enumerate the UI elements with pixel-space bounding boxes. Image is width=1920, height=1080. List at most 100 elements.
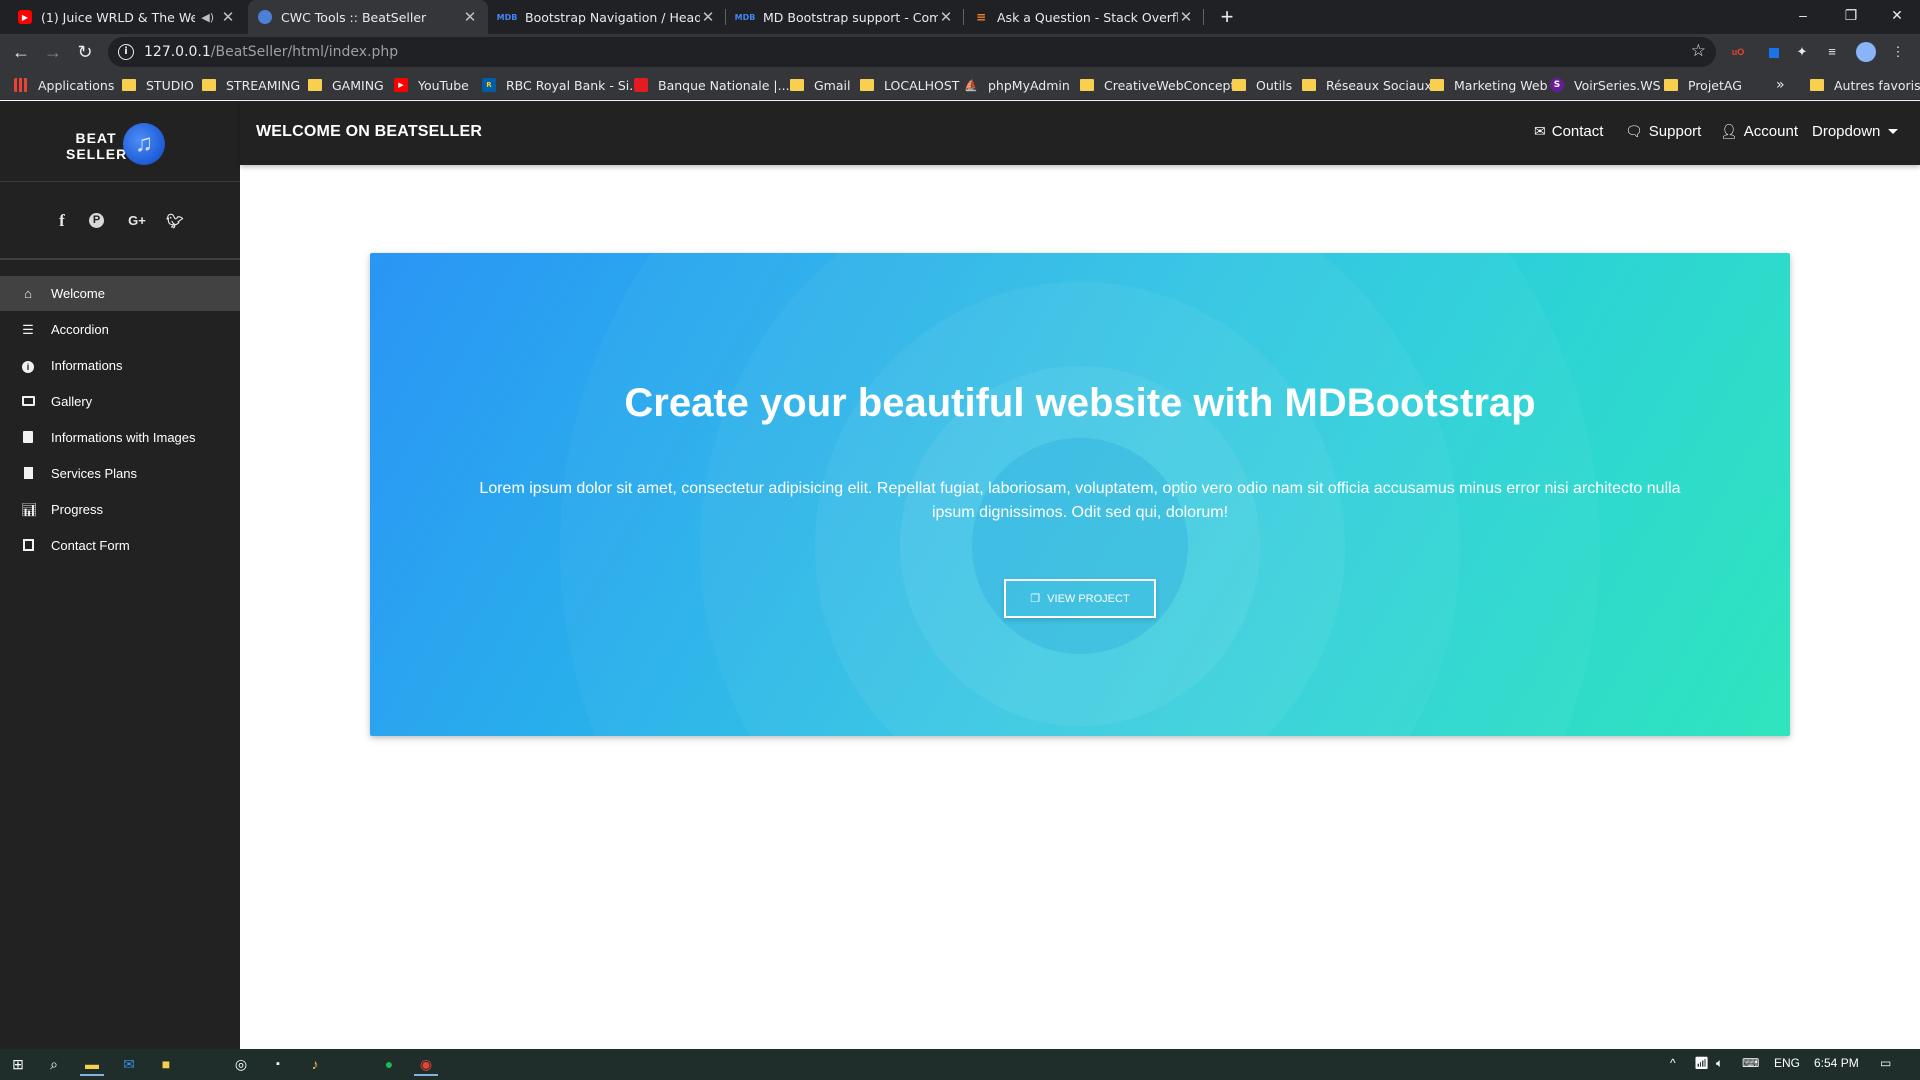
nav-support-link[interactable]: 🗨︎ Support (1625, 123, 1701, 140)
site-info-icon[interactable]: i (118, 44, 134, 60)
reload-button[interactable]: ↻ (72, 39, 98, 65)
top-navbar: WELCOME ON BEATSELLER ✉ Contact 🗨︎ Support… (240, 101, 1920, 165)
browser-tab-active[interactable]: CWC Tools :: BeatSeller ✕ (248, 0, 488, 34)
sidebar-item-welcome[interactable]: ⌂ Welcome (0, 276, 240, 311)
notifications-icon[interactable]: ▭ (1880, 1056, 1891, 1070)
bookmark-folder[interactable]: GAMING (308, 76, 384, 94)
back-button[interactable]: ← (8, 39, 34, 65)
tab-separator (1203, 9, 1204, 25)
sidebar-item-services-plans[interactable]: Services Plans (0, 456, 240, 491)
browser-tab[interactable]: ≡ Ask a Question - Stack Overflow ✕ (964, 0, 1204, 34)
volume-icon[interactable]: 🔈︎ (1716, 1056, 1723, 1071)
sidebar-item-label: Informations (51, 358, 123, 373)
bookmark-folder[interactable]: STUDIO (122, 76, 194, 94)
sidebar-item-informations[interactable]: i Informations (0, 348, 240, 383)
bookmark-applications[interactable]: Applications (14, 76, 114, 94)
fl-studio-icon[interactable]: ♪ (303, 1053, 327, 1076)
mdb-icon: MDB (496, 12, 518, 22)
pinterest-icon[interactable]: P (89, 213, 104, 228)
bookmark-bnc[interactable]: Banque Nationale |... (634, 76, 790, 94)
navbar-brand[interactable]: WELCOME ON BEATSELLER (256, 123, 482, 141)
bookmark-youtube[interactable]: ▶ YouTube (394, 76, 469, 94)
phpmyadmin-icon: ⛵ (964, 78, 978, 92)
twitter-icon[interactable]: 🐦︎ (165, 211, 185, 231)
chrome-taskbar-icon[interactable]: ◉ (414, 1053, 438, 1076)
bookmark-folder[interactable]: CreativeWebConcept (1080, 76, 1235, 94)
chrome-menu-icon[interactable]: ⋮ (1888, 42, 1908, 62)
close-tab-icon[interactable]: ✕ (700, 8, 716, 26)
media-app-icon[interactable]: ◎ (229, 1053, 253, 1076)
bookmark-label: CreativeWebConcept (1104, 77, 1236, 93)
restore-window-button[interactable]: ❐ (1828, 0, 1874, 34)
ublock-extension-icon[interactable]: uO (1728, 42, 1748, 62)
sticky-notes-icon[interactable]: ■ (154, 1053, 178, 1076)
logo[interactable]: BEAT SELLER ♫ (0, 101, 240, 182)
browser-tab[interactable]: MDB Bootstrap Navigation / Header - ✕ (488, 0, 726, 34)
media-queue-icon[interactable]: ≡ (1822, 42, 1842, 62)
sidebar-item-informations-with-images[interactable]: Informations with Images (0, 420, 240, 455)
nav-contact-link[interactable]: ✉ Contact (1534, 123, 1603, 140)
spotify-icon[interactable]: ● (377, 1053, 401, 1076)
file-explorer-icon[interactable]: ▬ (80, 1053, 104, 1076)
browser-tab[interactable]: ▶ (1) Juice WRLD & The Weeknd ◀) ✕ (8, 0, 246, 34)
address-bar[interactable]: i 127.0.0.1/BeatSeller/html/index.php ☆ (108, 37, 1716, 67)
bookmark-rbc[interactable]: R RBC Royal Bank - Si... (482, 76, 641, 94)
bookmark-folder[interactable]: Marketing Web (1430, 76, 1548, 94)
nav-link-label: Account (1743, 123, 1798, 140)
bookmark-folder[interactable]: Réseaux Sociaux (1302, 76, 1432, 94)
sidebar-item-accordion[interactable]: ☰ Accordion (0, 312, 240, 347)
close-tab-icon[interactable]: ✕ (220, 8, 236, 26)
close-window-button[interactable]: ✕ (1874, 0, 1920, 34)
other-bookmarks[interactable]: Autres favoris (1810, 76, 1920, 94)
new-tab-button[interactable]: + (1214, 4, 1240, 30)
nav-dropdown-toggle[interactable]: Dropdown (1812, 123, 1899, 140)
bars-icon: ☰ (22, 321, 34, 337)
music-note-icon: ♫ (123, 123, 165, 165)
mail-icon[interactable]: ✉ (117, 1053, 141, 1076)
sidebar-item-gallery[interactable]: Gallery (0, 384, 240, 419)
windows-start-icon[interactable]: ⊞ (6, 1053, 30, 1076)
extension-icon[interactable] (1764, 42, 1784, 62)
nav-account-link[interactable]: 👤︎ Account (1720, 123, 1798, 140)
bookmarks-overflow-button[interactable]: » (1776, 76, 1785, 94)
folder-icon (1080, 79, 1094, 91)
bookmark-phpmyadmin[interactable]: ⛵ phpMyAdmin (964, 76, 1070, 94)
browser-tab[interactable]: MDB MD Bootstrap support - Commun ✕ (726, 0, 964, 34)
bookmark-folder[interactable]: ProjetAG (1664, 76, 1742, 94)
close-tab-icon[interactable]: ✕ (462, 8, 478, 26)
sidebar: BEAT SELLER ♫ f P G+ 🐦︎ ⌂ Welcome ☰ Accord… (0, 101, 240, 1049)
input-language[interactable]: ENG (1774, 1056, 1800, 1070)
sidebar-item-label: Contact Form (51, 538, 130, 553)
network-icon[interactable]: 📶︎ (1694, 1056, 1709, 1070)
tray-chevron-up-icon[interactable]: ^ (1670, 1056, 1676, 1070)
book-icon (21, 430, 35, 445)
minimize-window-button[interactable]: – (1780, 0, 1826, 34)
keyboard-icon[interactable]: ⌨ (1742, 1056, 1759, 1070)
close-tab-icon[interactable]: ✕ (938, 8, 954, 26)
bookmark-folder[interactable]: Gmail (790, 76, 850, 94)
google-plus-icon[interactable]: G+ (124, 211, 150, 231)
comments-icon: 🗨︎ (1625, 123, 1643, 139)
close-tab-icon[interactable]: ✕ (1178, 8, 1194, 26)
bookmark-label: RBC Royal Bank - Si... (506, 77, 642, 93)
clock[interactable]: 6:54 PM (1814, 1056, 1859, 1070)
facebook-icon[interactable]: f (52, 211, 72, 231)
terminal-app-icon[interactable]: ▪ (266, 1053, 290, 1076)
bookmark-star-icon[interactable]: ☆ (1691, 41, 1706, 61)
speaker-icon[interactable]: ◀) (201, 11, 214, 24)
bookmark-folder[interactable]: Outils (1232, 76, 1292, 94)
forward-button[interactable]: → (40, 39, 66, 65)
search-icon[interactable]: ⌕ (42, 1053, 66, 1076)
info-circle-icon: i (21, 359, 35, 373)
sidebar-item-contact-form[interactable]: Contact Form (0, 528, 240, 563)
bookmark-folder[interactable]: STREAMING (202, 76, 300, 94)
bookmark-voirseries[interactable]: S VoirSeries.WS (1550, 76, 1661, 94)
sidebar-item-progress[interactable]: 📊︎ Progress (0, 492, 240, 527)
nav-link-label: Dropdown (1812, 123, 1881, 140)
extensions-puzzle-icon[interactable]: ✦ (1792, 42, 1812, 62)
view-project-button[interactable]: ❐ VIEW PROJECT (1004, 579, 1156, 618)
hero-jumbotron: Create your beautiful website with MDBoo… (370, 253, 1790, 736)
profile-avatar[interactable] (1856, 42, 1876, 62)
bookmark-folder[interactable]: LOCALHOST (860, 76, 959, 94)
bookmark-label: Marketing Web (1454, 77, 1548, 93)
